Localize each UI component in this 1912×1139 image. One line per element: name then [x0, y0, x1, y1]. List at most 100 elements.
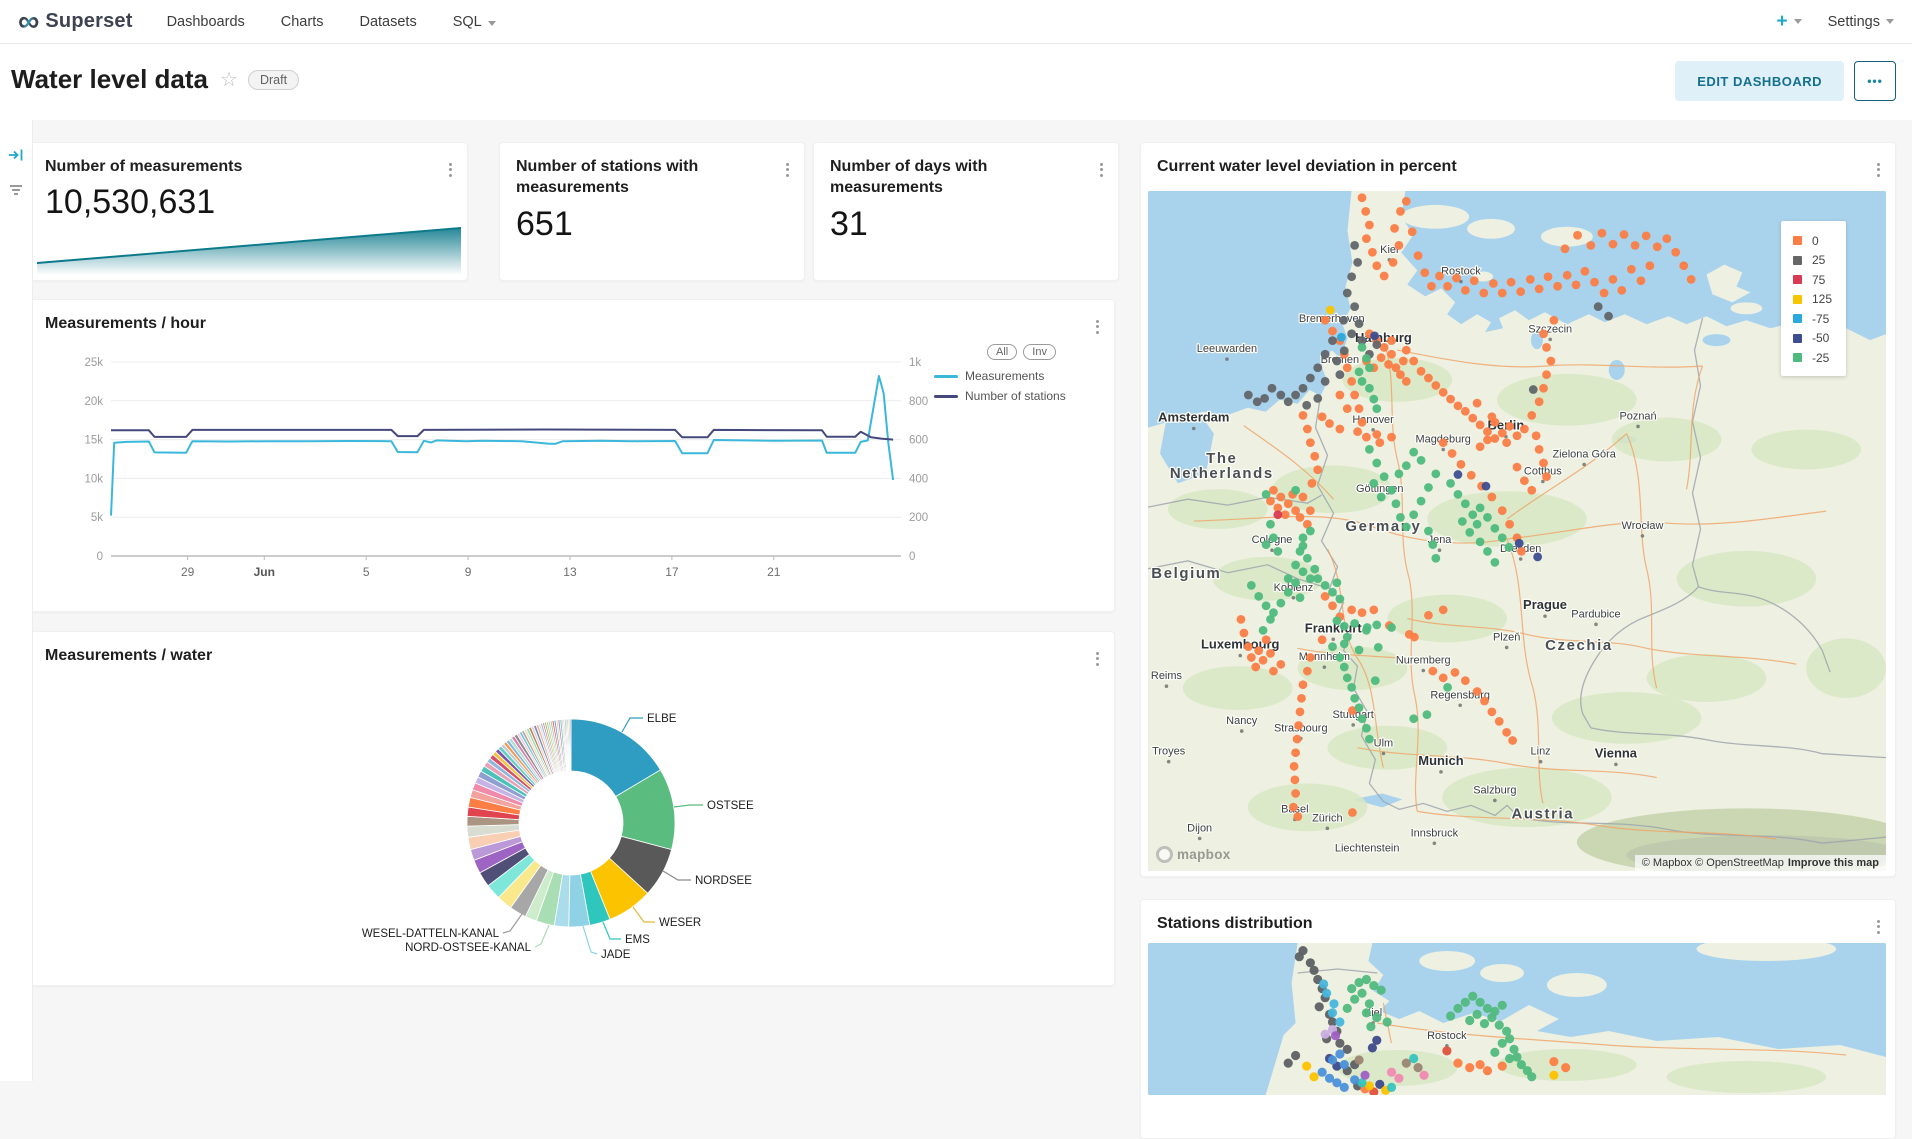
svg-text:Nuremberg: Nuremberg — [1396, 655, 1451, 667]
station-dot — [1483, 547, 1492, 556]
station-dot — [1333, 616, 1342, 625]
station-dot — [1319, 979, 1328, 988]
settings-menu[interactable]: Settings — [1828, 14, 1894, 30]
station-dot — [1358, 418, 1367, 427]
station-dot — [1527, 486, 1536, 495]
nav-charts[interactable]: Charts — [281, 14, 324, 30]
legend-all-button[interactable]: All — [987, 344, 1017, 360]
station-dot — [1240, 629, 1249, 638]
station-dot — [1535, 445, 1544, 454]
station-dot — [1395, 241, 1404, 250]
station-dot — [1476, 421, 1485, 430]
station-dot — [1309, 966, 1318, 975]
map-legend-item[interactable]: 125 — [1793, 290, 1832, 310]
kebab-menu-icon[interactable] — [784, 158, 791, 181]
station-dot — [1671, 248, 1680, 257]
station-dot — [1597, 229, 1606, 238]
kebab-menu-icon[interactable] — [447, 158, 454, 181]
station-dot — [1343, 289, 1352, 298]
station-dot — [1340, 622, 1349, 631]
svg-text:Dijon: Dijon — [1187, 823, 1212, 835]
svg-text:10k: 10k — [84, 473, 103, 485]
favorite-star-icon[interactable]: ☆ — [220, 67, 238, 92]
station-dot — [1544, 272, 1553, 281]
stations-map-canvas[interactable]: KielRostock — [1148, 943, 1886, 1095]
station-dot — [1347, 377, 1356, 386]
nav-dashboards[interactable]: Dashboards — [167, 14, 245, 30]
edit-dashboard-button[interactable]: EDIT DASHBOARD — [1675, 61, 1844, 101]
expand-filters-icon[interactable] — [8, 148, 25, 162]
kebab-menu-icon[interactable] — [1098, 158, 1105, 181]
station-dot — [1355, 703, 1364, 712]
new-item-button[interactable]: + — [1776, 11, 1801, 33]
station-dot — [1297, 694, 1306, 703]
station-dot — [1662, 234, 1671, 243]
map-legend-item[interactable]: -25 — [1793, 348, 1832, 368]
station-dot — [1350, 619, 1359, 628]
station-dot — [1642, 231, 1651, 240]
deviation-map-canvas[interactable]: KielRostockSzczecinBremerhavenHamburgLee… — [1148, 191, 1886, 871]
station-dot — [1620, 230, 1629, 239]
nav-datasets[interactable]: Datasets — [359, 14, 416, 30]
legend-item[interactable]: Measurements — [934, 369, 1109, 383]
svg-text:15k: 15k — [84, 435, 103, 447]
station-dot — [1276, 599, 1285, 608]
legend-inv-button[interactable]: Inv — [1023, 344, 1056, 360]
station-dot — [1542, 472, 1551, 481]
svg-text:Reims: Reims — [1151, 670, 1183, 682]
map-legend-item[interactable]: 0 — [1793, 231, 1832, 251]
station-dot — [1439, 673, 1448, 682]
svg-text:Wrocław: Wrocław — [1622, 520, 1664, 532]
station-dot — [1409, 448, 1418, 457]
svg-text:13: 13 — [563, 565, 577, 579]
map-legend-item[interactable]: -75 — [1793, 309, 1832, 329]
kebab-menu-icon[interactable] — [1875, 915, 1882, 938]
station-dot — [1395, 469, 1404, 478]
svg-text:Munich: Munich — [1418, 753, 1463, 768]
station-dot — [1505, 422, 1514, 431]
station-dot — [1293, 812, 1302, 821]
settings-label: Settings — [1828, 14, 1880, 30]
station-dot — [1617, 286, 1626, 295]
chart-title: Stations distribution — [1157, 913, 1313, 934]
station-dot — [1343, 673, 1352, 682]
station-dot — [1291, 775, 1300, 784]
mapbox-logo[interactable]: mapbox — [1156, 846, 1231, 863]
station-dot — [1313, 465, 1322, 474]
filter-icon[interactable] — [9, 184, 23, 196]
kebab-menu-icon[interactable] — [1875, 158, 1882, 181]
nav-sql[interactable]: SQL — [453, 14, 496, 30]
station-dot — [1293, 735, 1302, 744]
deviation-map[interactable]: KielRostockSzczecinBremerhavenHamburgLee… — [1148, 191, 1886, 871]
svg-text:NORDSEE: NORDSEE — [695, 875, 752, 887]
station-dot — [1443, 282, 1452, 291]
measurements-sparkline — [37, 213, 461, 275]
svg-text:Zielona Góra: Zielona Góra — [1552, 449, 1616, 461]
station-dot — [1253, 397, 1262, 406]
station-dot — [1318, 412, 1327, 421]
stations-map[interactable]: KielRostock — [1148, 943, 1886, 1095]
station-dot — [1372, 620, 1381, 629]
station-dot — [1291, 486, 1300, 495]
station-dot — [1402, 377, 1411, 386]
map-legend-item[interactable]: 25 — [1793, 251, 1832, 271]
station-dot — [1387, 433, 1396, 442]
water-donut-canvas[interactable]: ELBEOSTSEENORDSEEWESEREMSJADENORD-OSTSEE… — [29, 632, 1116, 987]
svg-text:Plzeň: Plzeň — [1493, 631, 1520, 643]
station-dot — [1360, 1071, 1369, 1080]
station-dot — [1417, 367, 1426, 376]
station-dot — [1321, 316, 1330, 325]
station-dot — [1435, 272, 1444, 281]
map-legend-item[interactable]: -50 — [1793, 329, 1832, 349]
station-dot — [1428, 540, 1437, 549]
station-dot — [1347, 605, 1356, 614]
svg-text:Czechia: Czechia — [1545, 637, 1613, 654]
improve-map-link[interactable]: Improve this map — [1788, 857, 1879, 869]
station-dot — [1340, 663, 1349, 672]
dashboard-more-button[interactable]: ••• — [1854, 61, 1896, 101]
superset-logo[interactable]: ∞ Superset — [18, 7, 133, 37]
svg-text:Zürich: Zürich — [1312, 812, 1342, 824]
station-dot — [1350, 995, 1359, 1004]
legend-item[interactable]: Number of stations — [934, 389, 1109, 403]
map-legend-item[interactable]: 75 — [1793, 270, 1832, 290]
